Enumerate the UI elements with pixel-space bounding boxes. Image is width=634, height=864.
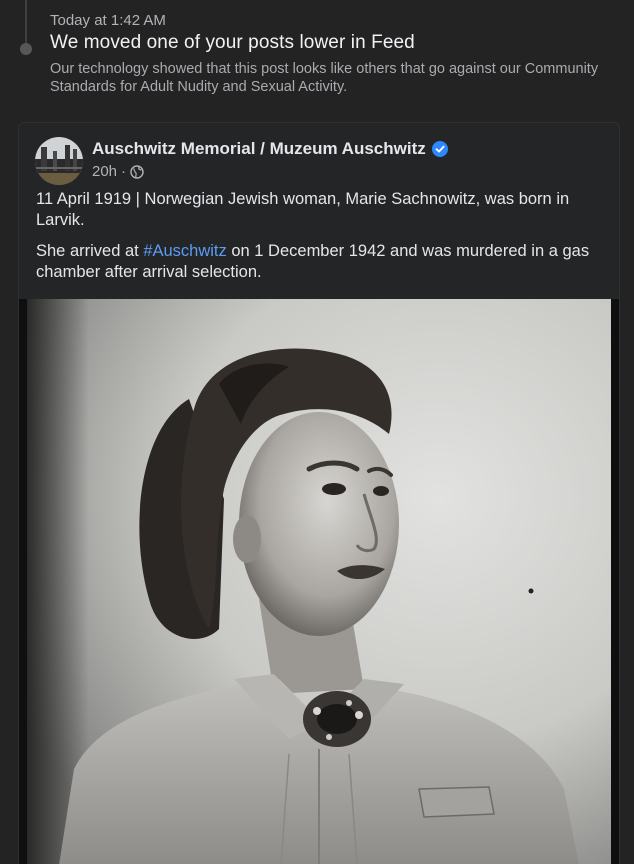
post-paragraph-1: 11 April 1919 | Norwegian Jewish woman, … (36, 190, 570, 229)
post-author[interactable]: Auschwitz Memorial / Muzeum Auschwitz (92, 139, 448, 159)
verified-badge-icon (431, 141, 448, 157)
post-age[interactable]: 20h (92, 163, 117, 180)
author-name[interactable]: Auschwitz Memorial / Muzeum Auschwitz (92, 139, 426, 159)
author-avatar[interactable] (35, 137, 83, 185)
feed-demotion-notice: Today at 1:42 AM We moved one of your po… (0, 0, 634, 108)
notice-title: We moved one of your posts lower in Feed (50, 32, 415, 53)
meta-separator: · (121, 163, 127, 180)
page: Today at 1:42 AM We moved one of your po… (0, 0, 634, 864)
notice-body: Our technology showed that this post loo… (50, 61, 599, 95)
post-photo[interactable] (19, 299, 619, 864)
globe-icon[interactable] (130, 164, 144, 179)
post-meta: 20h · (92, 163, 144, 180)
post-card: Auschwitz Memorial / Muzeum Auschwitz 20… (18, 122, 620, 864)
timeline-dot (20, 43, 32, 55)
hashtag-link[interactable]: #Auschwitz (143, 242, 226, 260)
notice-timestamp: Today at 1:42 AM (50, 12, 166, 29)
post-paragraph-2: She arrived at #Auschwitz on 1 December … (36, 241, 606, 283)
paragraph-2-text-start: She arrived at (36, 242, 144, 260)
